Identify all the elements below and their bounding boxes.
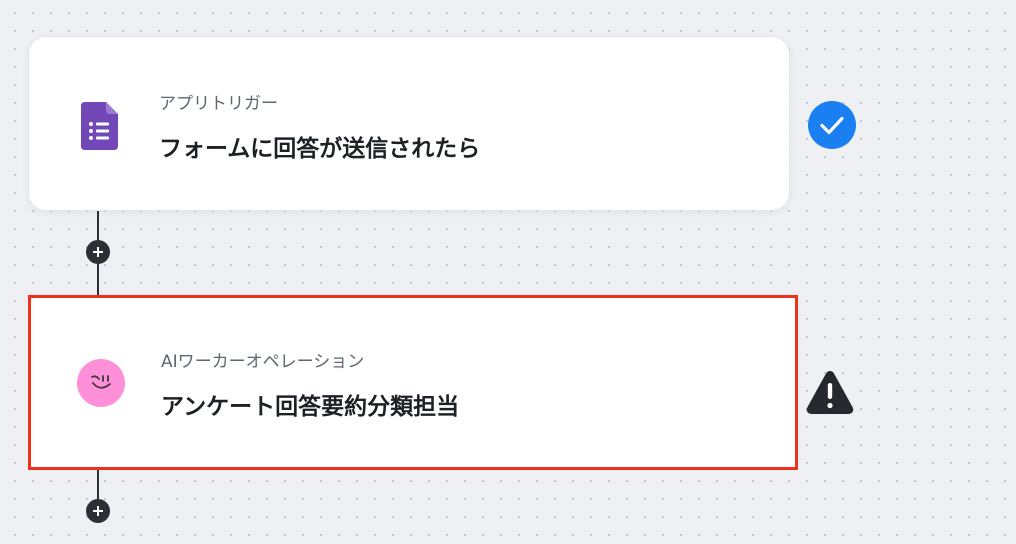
warning-triangle-icon [805,368,855,416]
add-step-button-1[interactable] [86,240,110,264]
add-step-button-2[interactable] [86,499,110,523]
step-title: フォームに回答が送信されたら [159,136,481,162]
smile-avatar-icon [77,359,125,407]
google-forms-icon [81,102,118,150]
step-title: アンケート回答要約分類担当 [161,394,460,420]
step-type-label: AIワーカーオペレーション [161,352,365,372]
trigger-step-card[interactable]: アプリトリガー フォームに回答が送信されたら [28,36,790,211]
check-circle-icon [808,101,856,149]
step-type-label: アプリトリガー [159,94,278,114]
ai-worker-step-card[interactable]: AIワーカーオペレーション アンケート回答要約分類担当 [28,295,798,470]
